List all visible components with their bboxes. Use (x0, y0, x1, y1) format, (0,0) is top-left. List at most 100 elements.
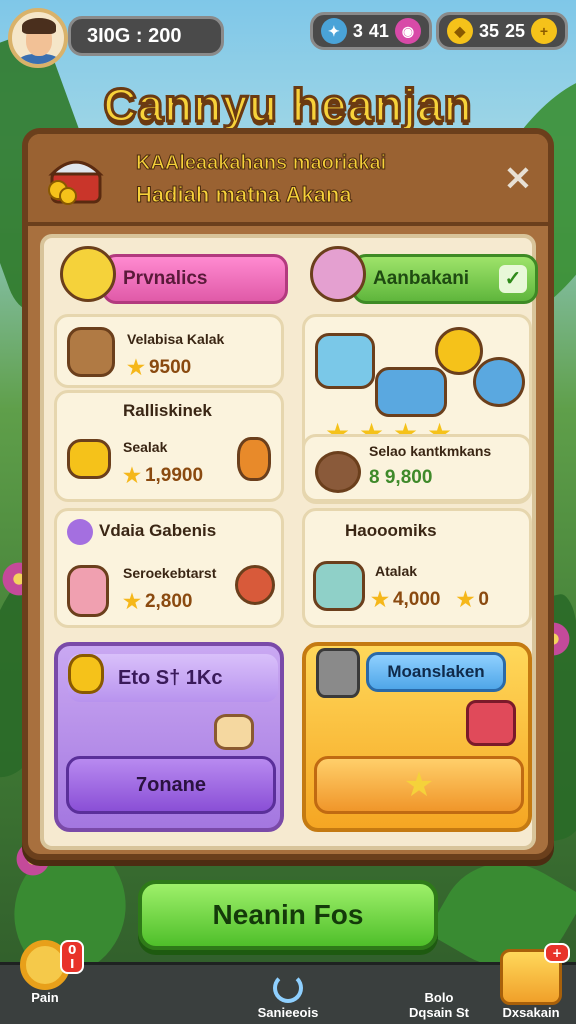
card-title: Haooomiks (345, 521, 437, 540)
card-title: Selao kantkmkans (369, 443, 492, 459)
gold-count: 35 (478, 20, 499, 41)
nav-label: Bolo (424, 990, 454, 1005)
panel-content: Prvnalics Aanbakani ✓ Velabisa Kalak ★ 9… (40, 234, 538, 850)
moanslaken-tag[interactable]: Moanslaken (366, 652, 506, 692)
claim-orange-button[interactable]: ★ (314, 756, 524, 814)
sun-icon (435, 327, 483, 375)
resource-gems[interactable]: ✦ 3 41 ◉ (309, 12, 432, 50)
tab-row: Prvnalics Aanbakani ✓ (52, 246, 538, 306)
nav-pain[interactable]: Pain 0 I (10, 940, 85, 1020)
bread-icon (214, 714, 254, 750)
tab-label: Prvnalics (123, 268, 208, 289)
monster-mascot-icon (310, 246, 366, 302)
player-avatar[interactable] (8, 8, 68, 68)
carrot-icon (237, 437, 271, 481)
price-value: 1,9900 (144, 464, 204, 486)
score-display: 3I0G : 200 (68, 16, 224, 56)
red-gift-icon (466, 700, 516, 746)
gem-count: 3 (352, 20, 363, 41)
claim-purple-button[interactable]: 7onane (66, 756, 276, 814)
card-price: ★ 9500 (127, 355, 191, 380)
check-icon: ✓ (499, 265, 527, 293)
nav-label: Dqsain St (409, 1005, 469, 1020)
sun-mascot-icon (60, 246, 116, 302)
gold-drop-icon: ◆ (446, 18, 473, 44)
price-value: 8 9,800 (369, 467, 433, 488)
gift-icon (375, 367, 447, 417)
resource-gold[interactable]: ◆ 35 25 + (435, 12, 568, 50)
card-title: Ralliskinek (123, 401, 212, 420)
price-value: 9500 (148, 356, 192, 378)
card-price: ★ 2,800 (123, 589, 192, 614)
pink-orb-icon: ◉ (394, 18, 421, 44)
panel-subtitle-1: KAAleaakahans maoriakai (135, 152, 387, 175)
promo-header-text: Eto S† 1Kc (118, 666, 223, 689)
card-sub: Atalak (375, 563, 418, 579)
notification-badge: 0 I (60, 940, 85, 974)
coin-count: 25 (504, 20, 525, 41)
shop-card[interactable]: Selao kantkmkans 8 9,800 (302, 434, 532, 502)
tab-prvnalics[interactable]: Prvnalics (102, 254, 288, 304)
top-hud: 3I0G : 200 ✦ 3 41 ◉ ◆ 35 25 + (8, 8, 568, 68)
panel-subtitle-2: Hadiah matna Akana (136, 182, 353, 208)
shop-card[interactable]: Ralliskinek Sealak ★ 1,9900 (54, 390, 284, 502)
truck-icon (67, 439, 111, 479)
star-icon: ★ (127, 357, 145, 379)
card-price: ★ 4,000 ★ 0 (371, 587, 489, 612)
star-icon: ★ (403, 765, 435, 805)
orb-count: 41 (368, 20, 389, 41)
nav-bolo[interactable]: Bolo Dqsain St (398, 990, 480, 1020)
heart-icon (67, 519, 93, 545)
cookie-icon (315, 451, 361, 493)
card-price: ★ 1,9900 (123, 463, 203, 488)
tab-label: Aanbakani (373, 268, 470, 289)
nav-sanieeois[interactable]: Sanieeois (240, 973, 336, 1020)
card-title: Vdaia Gabenis (99, 521, 217, 540)
nav-label: Dxsakain (502, 1005, 560, 1020)
gem-icon: ✦ (320, 18, 347, 44)
shop-card[interactable]: Haooomiks Atalak ★ 4,000 ★ 0 (302, 508, 532, 628)
box-monster-icon (313, 561, 365, 611)
card-title: Velabisa Kalak (127, 331, 225, 347)
price-value: 4,000 (392, 588, 441, 610)
shop-card[interactable]: Velabisa Kalak ★ 9500 (54, 314, 284, 388)
card-sub: Seroekebtarst (123, 565, 217, 581)
nav-label: Sanieeois (257, 1005, 319, 1020)
avatar-hair (22, 18, 56, 34)
tab-aanbakani[interactable]: Aanbakani ✓ (352, 254, 538, 304)
card-price: 8 9,800 (369, 467, 432, 489)
star-icon: ★ (123, 465, 141, 487)
price-value-2: 0 (478, 588, 489, 610)
button-label: 7onane (135, 773, 207, 796)
resource-bar: ✦ 3 41 ◉ ◆ 35 25 + (309, 12, 568, 52)
shop-card[interactable]: Vdaia Gabenis Seroekebtarst ★ 2,800 (54, 508, 284, 628)
tag-label: Moanslaken (387, 662, 485, 681)
nav-label: Pain (31, 990, 59, 1005)
add-badge: + (543, 943, 570, 963)
rewards-panel: KAAleaakahans maoriakai Hadiah matna Aka… (22, 128, 554, 860)
treasure-chest-icon (48, 160, 104, 205)
panel-header: KAAleaakahans maoriakai Hadiah matna Aka… (28, 134, 548, 226)
watermelon-icon (235, 565, 275, 605)
blue-monster-icon (473, 357, 525, 407)
score-value: 3I0G : 200 (87, 24, 182, 47)
price-value: 2,800 (144, 590, 193, 612)
hammer-icon (316, 648, 360, 698)
card-sub: Sealak (123, 439, 168, 455)
main-action-button[interactable]: Neanin Fos (138, 880, 438, 950)
nav-dxsakain[interactable]: Dxsakain + (492, 943, 570, 1020)
star-icon: ★ (371, 589, 389, 611)
coffee-grinder-icon (67, 327, 115, 377)
star-icon: ★ (123, 591, 141, 613)
refresh-icon (273, 973, 303, 1003)
tv-icon (315, 333, 375, 389)
cta-label: Neanin Fos (212, 899, 364, 930)
star-icon: ★ (456, 589, 475, 611)
promo-card-purple: Eto S† 1Kc 7onane (54, 642, 284, 832)
coin-icon: + (531, 18, 557, 44)
page-title: Cannyu heanjan (102, 78, 473, 133)
coin-stack-icon (68, 654, 104, 694)
cup-icon (67, 565, 109, 617)
close-button[interactable]: × (498, 158, 538, 198)
promo-card-orange: Moanslaken ★ (302, 642, 532, 832)
